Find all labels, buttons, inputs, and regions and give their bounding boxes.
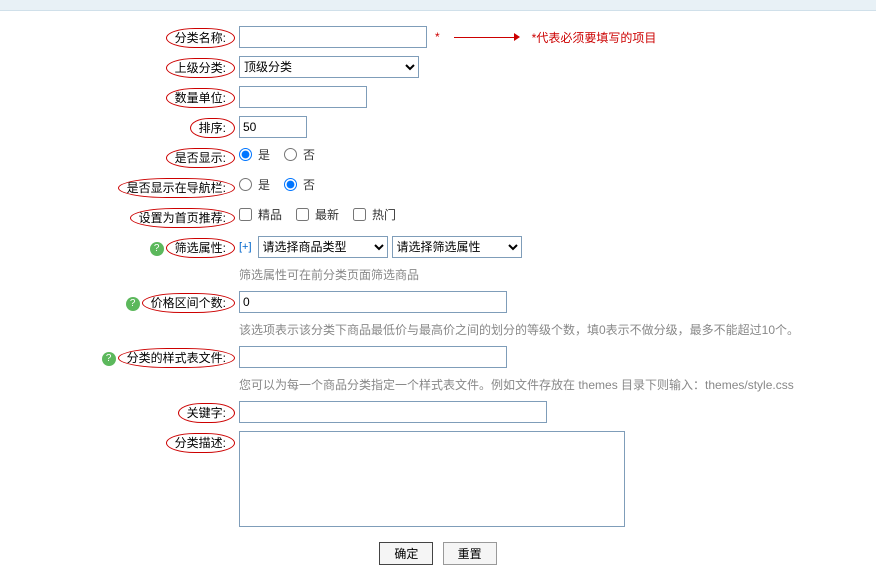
help-icon: ? xyxy=(102,352,116,366)
label-parent: 上级分类: xyxy=(166,58,235,78)
nav-yes-radio[interactable] xyxy=(239,178,252,191)
home-new-checkbox[interactable] xyxy=(296,208,309,221)
label-home: 设置为首页推荐: xyxy=(130,208,235,228)
filter-attr-select[interactable]: 请选择筛选属性 xyxy=(392,236,522,258)
label-filter: 筛选属性: xyxy=(166,238,235,258)
show-yes-label: 是 xyxy=(258,146,270,163)
nav-no-label: 否 xyxy=(303,176,315,193)
home-hot-label: 热门 xyxy=(372,206,396,223)
arrow xyxy=(454,33,520,41)
label-style: 分类的样式表文件: xyxy=(118,348,235,368)
home-new-label: 最新 xyxy=(315,206,339,223)
help-icon: ? xyxy=(150,242,164,256)
label-desc: 分类描述: xyxy=(166,433,235,453)
style-hint: 您可以为每一个商品分类指定一个样式表文件。例如文件存放在 themes 目录下则… xyxy=(239,376,876,393)
label-name: 分类名称: xyxy=(166,28,235,48)
price-hint: 该选项表示该分类下商品最低价与最高价之间的划分的等级个数，填0表示不做分级，最多… xyxy=(239,321,876,338)
price-input[interactable] xyxy=(239,291,507,313)
filter-hint: 筛选属性可在前分类页面筛选商品 xyxy=(239,266,876,283)
reset-button[interactable]: 重置 xyxy=(443,542,497,565)
desc-textarea[interactable] xyxy=(239,431,625,527)
home-boutique-checkbox[interactable] xyxy=(239,208,252,221)
label-unit: 数量单位: xyxy=(166,88,235,108)
label-nav: 是否显示在导航栏: xyxy=(118,178,235,198)
top-bar xyxy=(0,0,876,11)
unit-input[interactable] xyxy=(239,86,367,108)
button-row: 确定 重置 xyxy=(0,542,876,565)
show-no-label: 否 xyxy=(303,146,315,163)
filter-type-select[interactable]: 请选择商品类型 xyxy=(258,236,388,258)
required-star: * xyxy=(435,30,440,44)
show-yes-radio[interactable] xyxy=(239,148,252,161)
home-boutique-label: 精品 xyxy=(258,206,282,223)
style-input[interactable] xyxy=(239,346,507,368)
show-no-radio[interactable] xyxy=(284,148,297,161)
label-price: 价格区间个数: xyxy=(142,293,235,313)
help-icon: ? xyxy=(126,297,140,311)
label-sort: 排序: xyxy=(190,118,235,138)
label-keyword: 关键字: xyxy=(178,403,235,423)
parent-select[interactable]: 顶级分类 xyxy=(239,56,419,78)
keyword-input[interactable] xyxy=(239,401,547,423)
add-filter-link[interactable]: [+] xyxy=(239,241,252,253)
nav-yes-label: 是 xyxy=(258,176,270,193)
ok-button[interactable]: 确定 xyxy=(379,542,433,565)
label-show: 是否显示: xyxy=(166,148,235,168)
name-input[interactable] xyxy=(239,26,427,48)
home-hot-checkbox[interactable] xyxy=(353,208,366,221)
category-form: 分类名称: * *代表必须要填写的项目 上级分类: 顶级分类 数量单位: 排序:… xyxy=(0,11,876,575)
required-note: *代表必须要填写的项目 xyxy=(532,29,657,46)
nav-no-radio[interactable] xyxy=(284,178,297,191)
sort-input[interactable] xyxy=(239,116,307,138)
